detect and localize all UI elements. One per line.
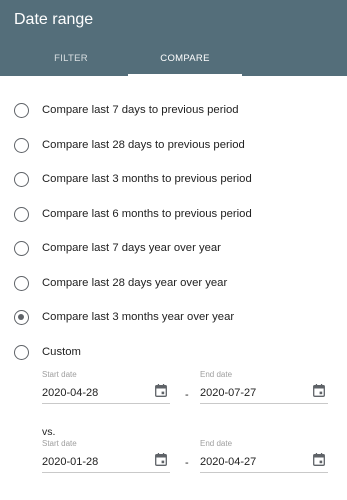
compare-start-date-field[interactable]: Start date 2020-01-28 [42,439,170,473]
vs-label: vs. [42,426,56,438]
start-date-label: Start date [42,370,77,379]
radio-button[interactable] [14,138,29,153]
dialog-title: Date range [14,11,94,28]
option-last-6-months-previous-period[interactable]: Compare last 6 months to previous period [0,198,347,228]
option-last-3-months-year-over-year[interactable]: Compare last 3 months year over year [0,301,347,331]
end-date-value: 2020-07-27 [200,387,257,399]
end-date-field[interactable]: End date 2020-07-27 [200,370,328,404]
option-label: Compare last 3 months year over year [42,311,235,323]
end-date-value: 2020-04-27 [200,456,257,468]
start-date-value: 2020-01-28 [42,456,99,468]
option-label: Compare last 28 days year over year [42,277,228,289]
option-last-28-days-previous-period[interactable]: Compare last 28 days to previous period [0,129,347,159]
option-label: Compare last 3 months to previous period [42,173,252,185]
calendar-icon[interactable] [313,453,325,466]
calendar-icon[interactable] [313,384,325,397]
date-range-separator: - [185,457,189,469]
option-last-7-days-year-over-year[interactable]: Compare last 7 days year over year [0,232,347,262]
tab-compare[interactable]: COMPARE [128,40,242,76]
tab-filter[interactable]: FILTER [14,40,128,76]
option-label: Compare last 7 days to previous period [42,104,239,116]
end-date-label: End date [200,439,233,448]
radio-button[interactable] [14,103,29,118]
start-date-value: 2020-04-28 [42,387,99,399]
active-tab-indicator [128,74,242,76]
option-last-28-days-year-over-year[interactable]: Compare last 28 days year over year [0,267,347,297]
option-label: Compare last 7 days year over year [42,242,221,254]
radio-button[interactable] [14,345,29,360]
radio-button-selected[interactable] [14,310,29,325]
radio-button[interactable] [14,276,29,291]
start-date-field[interactable]: Start date 2020-04-28 [42,370,170,404]
tab-bar: FILTER COMPARE [0,40,347,76]
radio-button[interactable] [14,207,29,222]
calendar-icon[interactable] [155,453,167,466]
radio-button[interactable] [14,172,29,187]
start-date-label: Start date [42,439,77,448]
calendar-icon[interactable] [155,384,167,397]
option-last-7-days-previous-period[interactable]: Compare last 7 days to previous period [0,94,347,124]
option-label: Compare last 28 days to previous period [42,139,245,151]
option-label: Compare last 6 months to previous period [42,208,252,220]
end-date-label: End date [200,370,233,379]
dialog-header: Date range FILTER COMPARE [0,0,347,76]
option-last-3-months-previous-period[interactable]: Compare last 3 months to previous period [0,163,347,193]
date-range-separator: - [185,389,189,401]
radio-button[interactable] [14,241,29,256]
compare-end-date-field[interactable]: End date 2020-04-27 [200,439,328,473]
option-custom[interactable]: Custom [0,336,347,366]
option-label: Custom [42,346,81,358]
